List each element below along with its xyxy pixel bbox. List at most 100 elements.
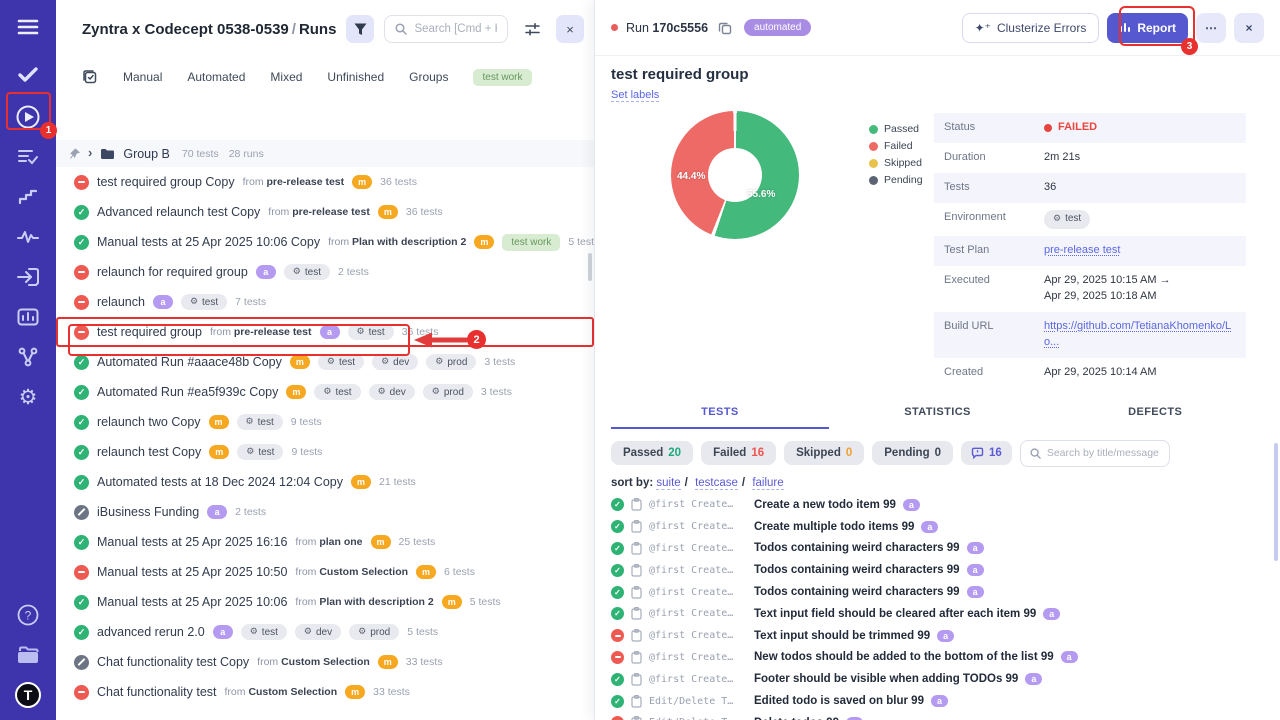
close-panel-button[interactable]: × bbox=[556, 15, 584, 43]
run-list-item[interactable]: Manual tests at 25 Apr 2025 10:50from Cu… bbox=[56, 557, 594, 587]
run-status-icon bbox=[74, 565, 89, 580]
run-list-item[interactable]: relauncha⚙test7 tests bbox=[56, 287, 594, 317]
test-list-item[interactable]: @first Create…Text input should be trimm… bbox=[611, 625, 1264, 647]
gear-icon: ⚙ bbox=[1053, 213, 1061, 226]
run-test-count: 33 tests bbox=[406, 656, 443, 668]
search-icon bbox=[1030, 448, 1041, 459]
test-list-item[interactable]: @first Create…Footer should be visible w… bbox=[611, 668, 1264, 690]
run-status-dot bbox=[611, 24, 618, 31]
run-status-icon bbox=[74, 235, 89, 250]
help-icon[interactable]: ? bbox=[15, 602, 41, 628]
run-list-item[interactable]: test required group Copyfrom pre-release… bbox=[56, 167, 594, 197]
test-list-item[interactable]: @first Create…Todos containing weird cha… bbox=[611, 538, 1264, 560]
test-list-item[interactable]: @first Create…Create a new todo item 99a bbox=[611, 494, 1264, 516]
user-avatar[interactable]: T bbox=[15, 682, 41, 708]
branches-icon[interactable] bbox=[15, 344, 41, 370]
test-title: Todos containing weird characters 99 bbox=[754, 586, 960, 598]
test-list-item[interactable]: @first Create…Create multiple todo items… bbox=[611, 516, 1264, 538]
filter-chip-failed[interactable]: Failed 16 bbox=[701, 441, 776, 465]
runs-tab-groups[interactable]: Groups bbox=[409, 70, 448, 84]
detail-link[interactable]: pre-release test bbox=[1044, 244, 1120, 256]
runs-panel: Zyntra x Codecept 0538-0539/Runs × Manua… bbox=[56, 0, 594, 720]
menu-icon[interactable] bbox=[15, 14, 41, 40]
group-row[interactable]: › Group B 70 tests 28 runs bbox=[56, 140, 594, 167]
run-list-item[interactable]: Manual tests at 25 Apr 2025 16:16from pl… bbox=[56, 527, 594, 557]
milestones-icon[interactable] bbox=[15, 184, 41, 210]
run-list-item[interactable]: Automated Run #aaace48b Copym⚙test⚙dev⚙p… bbox=[56, 347, 594, 377]
clusterize-errors-button[interactable]: ✦⁺ Clusterize Errors bbox=[962, 13, 1100, 43]
chevron-right-icon[interactable]: › bbox=[88, 145, 92, 160]
run-list-item[interactable]: Chat functionality testfrom Custom Selec… bbox=[56, 677, 594, 707]
environment-badge: ⚙dev bbox=[372, 354, 418, 370]
left-scrollbar[interactable] bbox=[588, 253, 592, 281]
bar-chart-icon bbox=[1119, 22, 1131, 33]
legend-item-skipped[interactable]: Skipped bbox=[869, 157, 923, 169]
run-list-item[interactable]: Manual tests at 25 Apr 2025 10:06from Pl… bbox=[56, 587, 594, 617]
reports-icon[interactable] bbox=[15, 304, 41, 330]
tab-tests[interactable]: TESTS bbox=[611, 398, 829, 429]
settings-gear-icon[interactable]: ⚙ bbox=[15, 384, 41, 410]
test-title: Todos containing weird characters 99 bbox=[754, 542, 960, 554]
runs-search[interactable] bbox=[384, 15, 508, 43]
test-list-item[interactable]: @first Create…New todos should be added … bbox=[611, 647, 1264, 669]
tab-statistics[interactable]: STATISTICS bbox=[829, 398, 1047, 429]
run-test-count: 9 tests bbox=[291, 446, 322, 458]
run-list-item[interactable]: Manual tests at 25 Apr 2025 10:06 Copyfr… bbox=[56, 227, 594, 257]
run-list-item[interactable]: Automated tests at 18 Dec 2024 12:04 Cop… bbox=[56, 467, 594, 497]
right-scrollbar[interactable] bbox=[1274, 443, 1278, 561]
run-list-item[interactable]: advanced rerun 2.0a⚙test⚙dev⚙prod5 tests bbox=[56, 617, 594, 647]
test-list-item[interactable]: @first Create…Todos containing weird cha… bbox=[611, 559, 1264, 581]
comments-filter-chip[interactable]: 16 bbox=[961, 441, 1012, 465]
run-list-item[interactable]: Advanced relaunch test Copyfrom pre-rele… bbox=[56, 197, 594, 227]
set-labels-link[interactable]: Set labels bbox=[611, 89, 659, 102]
runs-tab-unfinished[interactable]: Unfinished bbox=[327, 70, 384, 84]
tests-search[interactable] bbox=[1020, 440, 1170, 467]
sort-link-failure[interactable]: failure bbox=[752, 477, 783, 490]
report-button[interactable]: Report bbox=[1107, 13, 1188, 43]
environment-badge: ⚙dev bbox=[369, 384, 415, 400]
test-suite-name: @first Create… bbox=[649, 652, 747, 663]
runs-tab-manual[interactable]: Manual bbox=[123, 70, 162, 84]
runs-tab-mixed[interactable]: Mixed bbox=[270, 70, 302, 84]
run-list-item[interactable]: iBusiness Fundinga2 tests bbox=[56, 497, 594, 527]
environment-badge: ⚙test bbox=[237, 444, 283, 460]
projects-icon[interactable] bbox=[15, 642, 41, 668]
legend-item-pending[interactable]: Pending bbox=[869, 174, 923, 186]
more-button[interactable]: ⋯ bbox=[1196, 13, 1226, 43]
test-cases-icon[interactable] bbox=[15, 62, 41, 88]
filter-button[interactable] bbox=[346, 15, 374, 43]
run-list-item[interactable]: relaunch for required groupa⚙test2 tests bbox=[56, 257, 594, 287]
environment-badge: ⚙test bbox=[318, 354, 364, 370]
run-list-item[interactable]: test required groupfrom pre-release test… bbox=[56, 317, 594, 347]
tests-search-input[interactable] bbox=[1047, 447, 1160, 459]
run-test-count: 36 tests bbox=[402, 326, 439, 338]
close-detail-button[interactable]: × bbox=[1234, 13, 1264, 43]
runs-search-input[interactable] bbox=[414, 23, 497, 35]
test-results-icon[interactable] bbox=[15, 144, 41, 170]
runs-icon[interactable] bbox=[15, 104, 41, 130]
test-list-item[interactable]: @first Create…Text input field should be… bbox=[611, 603, 1264, 625]
legend-item-passed[interactable]: Passed bbox=[869, 123, 923, 135]
run-list-item[interactable]: Automated Run #ea5f939c Copym⚙test⚙dev⚙p… bbox=[56, 377, 594, 407]
filter-chip-skipped[interactable]: Skipped 0 bbox=[784, 441, 864, 465]
filter-chip-pending[interactable]: Pending 0 bbox=[872, 441, 953, 465]
filter-chip-passed[interactable]: Passed 20 bbox=[611, 441, 693, 465]
copy-icon[interactable] bbox=[718, 21, 732, 35]
tab-defects[interactable]: DEFECTS bbox=[1046, 398, 1264, 429]
runs-tab-automated[interactable]: Automated bbox=[187, 70, 245, 84]
run-list-item[interactable]: relaunch two Copym⚙test9 tests bbox=[56, 407, 594, 437]
test-list-item[interactable]: @first Create…Todos containing weird cha… bbox=[611, 581, 1264, 603]
detail-link[interactable]: https://github.com/TetianaKhomenko/Lo... bbox=[1044, 320, 1231, 348]
run-list-item[interactable]: relaunch test Copym⚙test9 tests bbox=[56, 437, 594, 467]
run-list-item[interactable]: Chat functionality test Copyfrom Custom … bbox=[56, 647, 594, 677]
analytics-pulse-icon[interactable] bbox=[15, 224, 41, 250]
test-list-item[interactable]: Edit/Delete T…Edited todo is saved on bl… bbox=[611, 690, 1264, 712]
legend-item-failed[interactable]: Failed bbox=[869, 140, 923, 152]
view-settings-button[interactable] bbox=[518, 15, 546, 43]
checklist-icon[interactable] bbox=[83, 70, 98, 85]
tag-filter-test-work[interactable]: test work bbox=[473, 69, 531, 86]
import-icon[interactable] bbox=[15, 264, 41, 290]
sort-link-suite[interactable]: suite bbox=[656, 477, 680, 490]
sort-link-testcase[interactable]: testcase bbox=[695, 477, 738, 490]
test-list-item[interactable]: Edit/Delete T…Delete todos 99a bbox=[611, 712, 1264, 720]
